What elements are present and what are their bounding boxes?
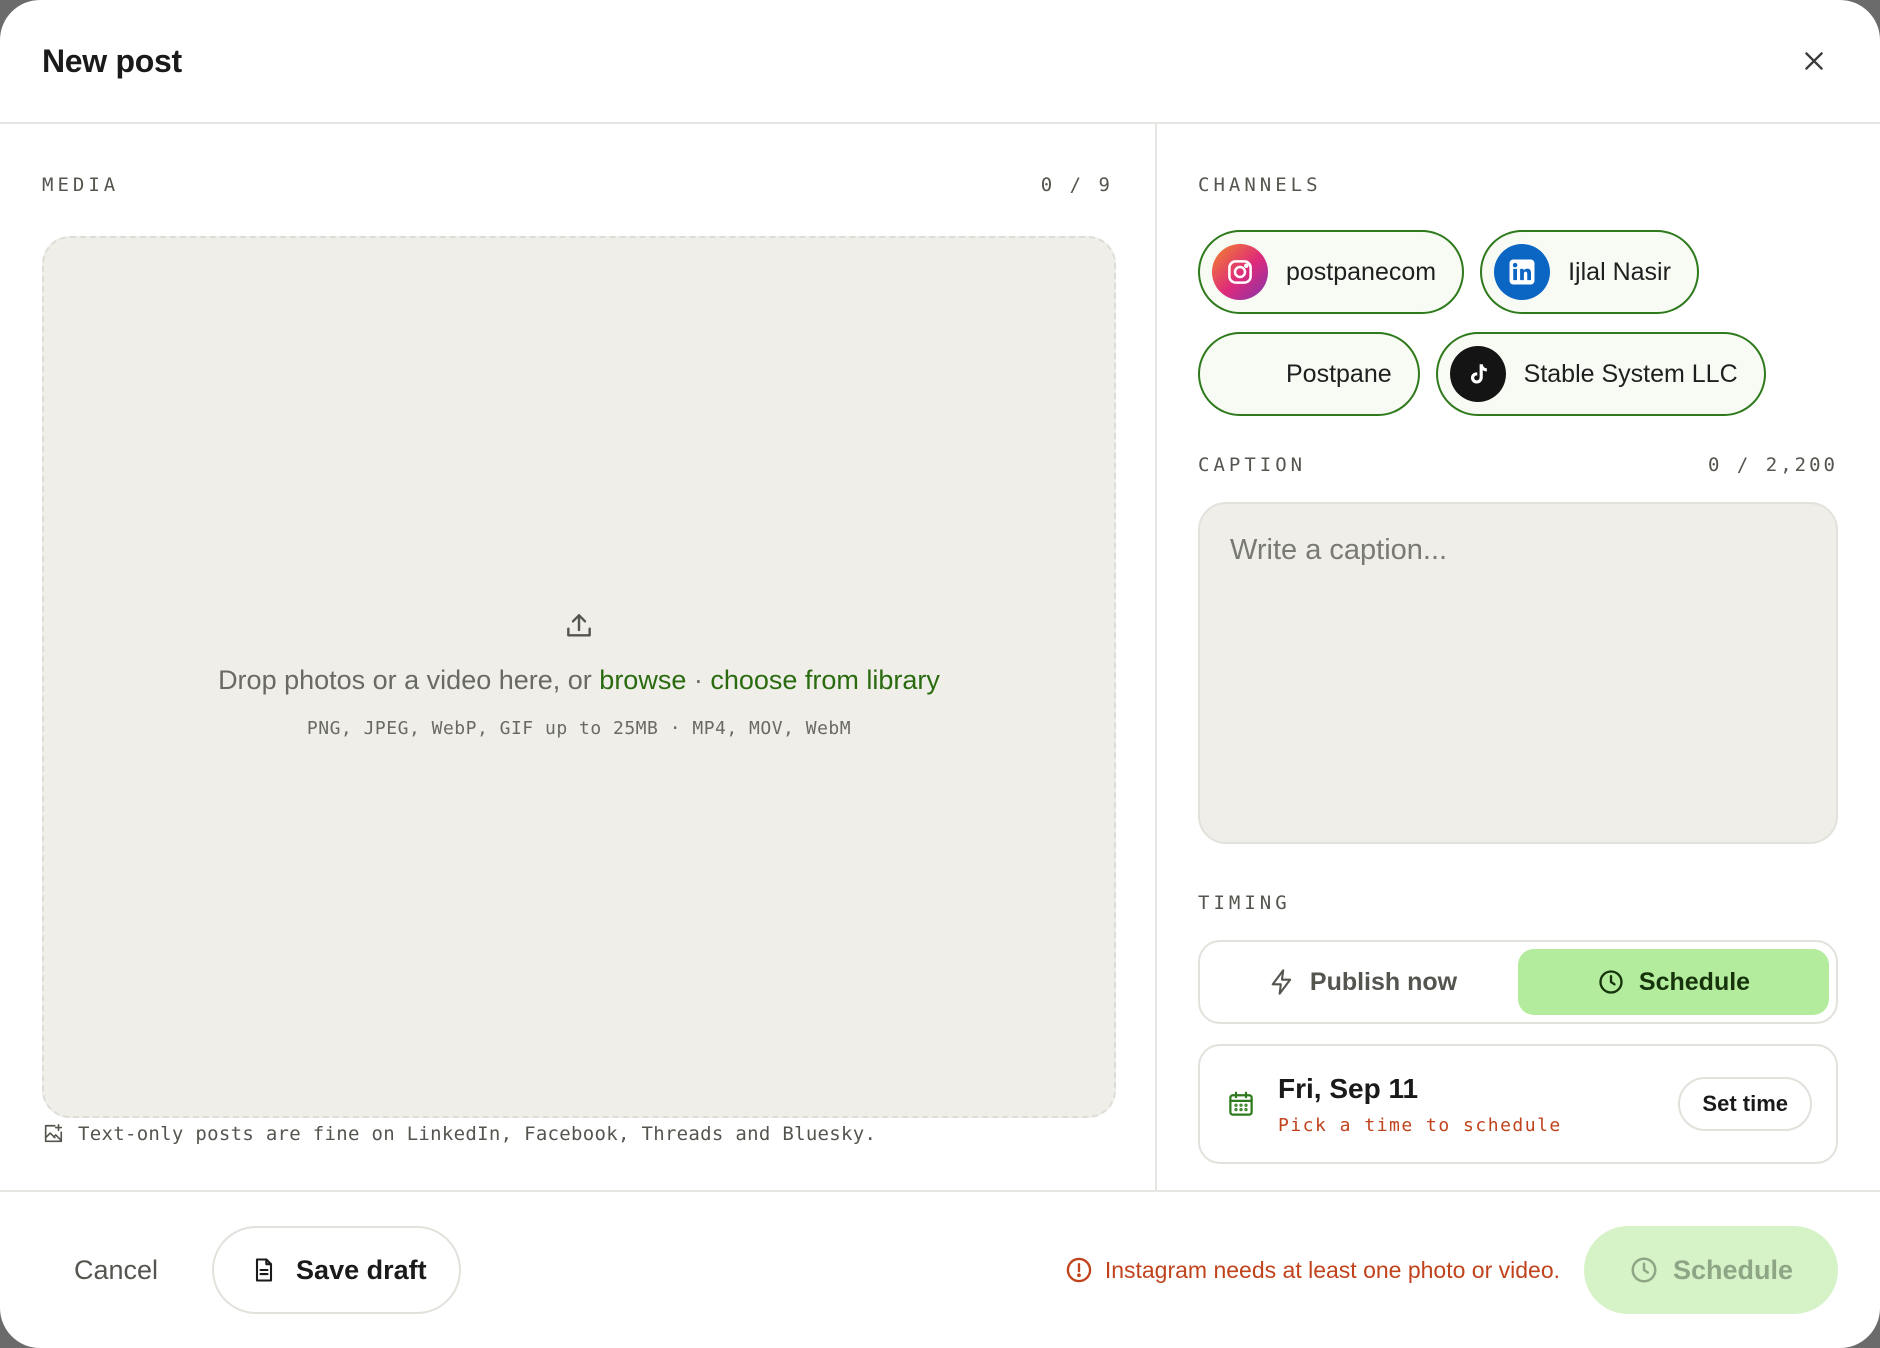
schedule-date-card: Fri, Sep 11 Pick a time to schedule Set …: [1198, 1044, 1838, 1164]
schedule-button[interactable]: Schedule: [1584, 1226, 1838, 1314]
dialog-title: New post: [42, 42, 182, 79]
validation-warning-text: Instagram needs at least one photo or vi…: [1104, 1256, 1560, 1283]
text-only-note: Text-only posts are fine on LinkedIn, Fa…: [42, 1123, 876, 1145]
channels-label: CHANNELS: [1198, 174, 1322, 196]
timing-toggle: Publish now Schedule: [1198, 940, 1838, 1024]
dialog-header: New post: [0, 0, 1880, 124]
lightning-icon: [1271, 969, 1292, 995]
timing-header: TIMING: [1198, 888, 1838, 918]
media-header: MEDIA 0 / 9: [42, 170, 1113, 200]
choose-from-library-link[interactable]: choose from library: [710, 665, 940, 695]
channel-name: postpanecom: [1286, 257, 1437, 286]
save-draft-label: Save draft: [296, 1254, 427, 1285]
channel-chip-postpane[interactable]: Postpane: [1198, 332, 1420, 416]
linkedin-icon: [1494, 244, 1551, 300]
upload-icon: [567, 614, 591, 637]
clock-icon: [1631, 1257, 1657, 1283]
new-post-dialog: New post MEDIA 0 / 9 Drop photos or a vi…: [0, 0, 1880, 1348]
tiktok-icon: [1449, 346, 1506, 402]
blank-avatar: [1212, 346, 1268, 402]
document-icon: [255, 1258, 273, 1282]
set-time-button[interactable]: Set time: [1678, 1077, 1812, 1131]
close-button[interactable]: [1790, 37, 1838, 85]
caption-field[interactable]: [1198, 502, 1838, 844]
schedule-hint: Pick a time to schedule: [1278, 1114, 1562, 1136]
channels-header: CHANNELS: [1198, 170, 1838, 200]
close-icon: [1805, 52, 1823, 70]
instagram-icon: [1212, 244, 1268, 300]
channel-name: Postpane: [1286, 359, 1392, 388]
link-separator: ·: [686, 665, 711, 695]
channel-chip-tiktok[interactable]: Stable System LLC: [1435, 332, 1766, 416]
publish-now-option[interactable]: Publish now: [1207, 949, 1518, 1015]
dialog-footer: Cancel Save draft Instagram needs at lea…: [0, 1190, 1880, 1348]
validation-warning: Instagram needs at least one photo or vi…: [1065, 1256, 1560, 1284]
schedule-button-label: Schedule: [1672, 1254, 1794, 1285]
text-only-note-text: Text-only posts are fine on LinkedIn, Fa…: [78, 1123, 877, 1145]
date-texts: Fri, Sep 11 Pick a time to schedule: [1278, 1073, 1678, 1136]
dialog-body: MEDIA 0 / 9 Drop photos or a video here,…: [0, 124, 1880, 1190]
channel-chip-linkedin[interactable]: Ijlal Nasir: [1480, 230, 1699, 314]
save-draft-button[interactable]: Save draft: [212, 1226, 461, 1314]
cancel-button[interactable]: Cancel: [42, 1255, 190, 1286]
channel-name: Stable System LLC: [1523, 359, 1738, 388]
caption-counter: 0 / 2,200: [1708, 454, 1838, 476]
channel-name: Ijlal Nasir: [1568, 257, 1671, 286]
schedule-date: Fri, Sep 11: [1278, 1072, 1419, 1104]
schedule-option-label: Schedule: [1638, 967, 1751, 996]
dropzone-text: Drop photos or a video here, or browse ·…: [44, 665, 1114, 696]
alert-circle-icon: [1066, 1257, 1092, 1283]
media-label: MEDIA: [42, 174, 120, 196]
accepted-formats: PNG, JPEG, WebP, GIF up to 25MB · MP4, M…: [306, 718, 852, 739]
media-panel: MEDIA 0 / 9 Drop photos or a video here,…: [0, 124, 1157, 1190]
browse-link[interactable]: browse: [599, 665, 686, 695]
schedule-option[interactable]: Schedule: [1518, 949, 1829, 1015]
timing-label: TIMING: [1198, 892, 1291, 914]
channel-chips: postpanecom Ijlal Nasir Postpane Stable …: [1198, 230, 1818, 416]
calendar-icon: [1229, 1091, 1253, 1116]
publish-now-label: Publish now: [1309, 967, 1458, 996]
clock-icon: [1599, 970, 1623, 994]
media-dropzone[interactable]: Drop photos or a video here, or browse ·…: [42, 236, 1116, 1118]
drop-instruction: Drop photos or a video here, or: [218, 665, 592, 695]
caption-input[interactable]: [1230, 534, 1806, 812]
media-counter: 0 / 9: [1040, 174, 1113, 196]
caption-label: CAPTION: [1198, 454, 1307, 476]
caption-header: CAPTION 0 / 2,200: [1198, 450, 1838, 480]
image-plus-icon: [44, 1124, 63, 1143]
settings-panel: CHANNELS postpanecom Ijlal Nasir Postpan…: [1157, 124, 1880, 1190]
dropzone-content: Drop photos or a video here, or browse ·…: [44, 610, 1114, 739]
channel-chip-instagram[interactable]: postpanecom: [1198, 230, 1465, 314]
